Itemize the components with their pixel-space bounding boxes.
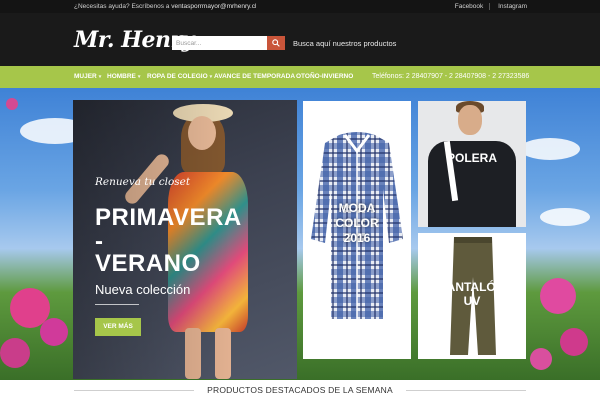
nav-item-avance-de-temporada[interactable]: AVANCE DE TEMPORADA <box>214 73 295 80</box>
nav-item-otono-invierno[interactable]: OTOÑO-INVIERNO <box>296 73 353 80</box>
flower <box>0 338 30 368</box>
nav-item-label: AVANCE DE TEMPORADA <box>214 73 296 80</box>
flower <box>6 98 18 110</box>
help-email-link[interactable]: ventasporrmayor@mrhenry.cl <box>171 3 256 10</box>
model-head <box>458 105 482 135</box>
facebook-link[interactable]: Facebook <box>455 3 484 10</box>
section-title: PRODUCTOS DESTACADOS DE LA SEMANA <box>207 385 393 395</box>
tile-moda-color[interactable]: MODA COLOR 2016 <box>303 101 411 359</box>
tile-label-line1: PANTALÓN <box>439 280 505 294</box>
tile-label: PANTALÓN UV <box>418 280 526 308</box>
banner-subtitle: Nueva colección <box>95 282 191 297</box>
ver-mas-button[interactable]: VER MÁS <box>95 318 141 336</box>
instagram-link[interactable]: Instagram <box>498 3 527 10</box>
nav-item-label: HOMBRE <box>107 73 136 80</box>
help-text: ¿Necesitas ayuda? Escríbenos a ventaspor… <box>74 3 256 10</box>
cloud <box>540 208 590 226</box>
cloud <box>520 138 580 160</box>
banner-divider <box>95 304 139 305</box>
search-button[interactable] <box>267 36 285 50</box>
social-separator <box>489 3 491 10</box>
nav-item-label: MUJER <box>74 73 97 80</box>
main-nav: MUJER ▾ HOMBRE ▾ ROPA DE COLEGIO ▾ AVANCE D… <box>0 66 600 88</box>
banner-overlay <box>73 100 297 379</box>
nav-phones: Teléfonos: 2 28407907 - 2 28407908 - 2 2… <box>372 73 530 80</box>
nav-item-label: OTOÑO-INVIERNO <box>296 73 354 80</box>
flower <box>530 348 552 370</box>
tile-label-line2: UV <box>463 294 481 308</box>
chevron-down-icon: ▾ <box>137 74 141 80</box>
tile-label-line1: MODA <box>338 201 376 215</box>
banner-title-line2: VERANO <box>95 250 201 277</box>
chevron-down-icon: ▾ <box>98 74 102 80</box>
nav-item-mujer[interactable]: MUJER ▾ <box>74 73 101 80</box>
banner-script-text: Renueva tu closet <box>95 176 191 188</box>
tile-label: POLERA <box>446 151 497 165</box>
nav-item-label: ROPA DE COLEGIO <box>147 73 208 80</box>
site-header: Mr. Henry Busca aquí nuestros productos <box>0 13 600 66</box>
chevron-down-icon: ▾ <box>209 74 213 80</box>
featured-section-header: PRODUCTOS DESTACADOS DE LA SEMANA <box>0 380 600 400</box>
search-input[interactable] <box>172 36 267 50</box>
help-label: ¿Necesitas ayuda? Escríbenos a <box>74 3 170 10</box>
tile-pantalon-uv[interactable]: PANTALÓN UV <box>418 233 526 359</box>
tile-label-line3: 2016 <box>343 231 371 245</box>
nav-item-hombre[interactable]: HOMBRE ▾ <box>107 73 140 80</box>
search-icon <box>272 39 280 47</box>
search-tagline: Busca aquí nuestros productos <box>293 39 397 48</box>
hero-main-banner[interactable]: Renueva tu closet PRIMAVERA - VERANO Nue… <box>73 100 297 379</box>
flower <box>40 318 68 346</box>
search-bar <box>172 36 285 50</box>
tile-polera[interactable]: POLERA <box>418 101 526 227</box>
flower <box>560 328 588 356</box>
flower <box>540 278 576 314</box>
top-bar: ¿Necesitas ayuda? Escríbenos a ventaspor… <box>0 0 600 13</box>
nav-item-ropa-de-colegio[interactable]: ROPA DE COLEGIO ▾ <box>147 73 212 80</box>
tile-label-line2: COLOR <box>335 216 379 230</box>
tile-label: MODA COLOR 2016 <box>303 201 411 246</box>
social-links: Facebook Instagram <box>449 3 527 10</box>
banner-title-line1: PRIMAVERA <box>95 204 242 231</box>
